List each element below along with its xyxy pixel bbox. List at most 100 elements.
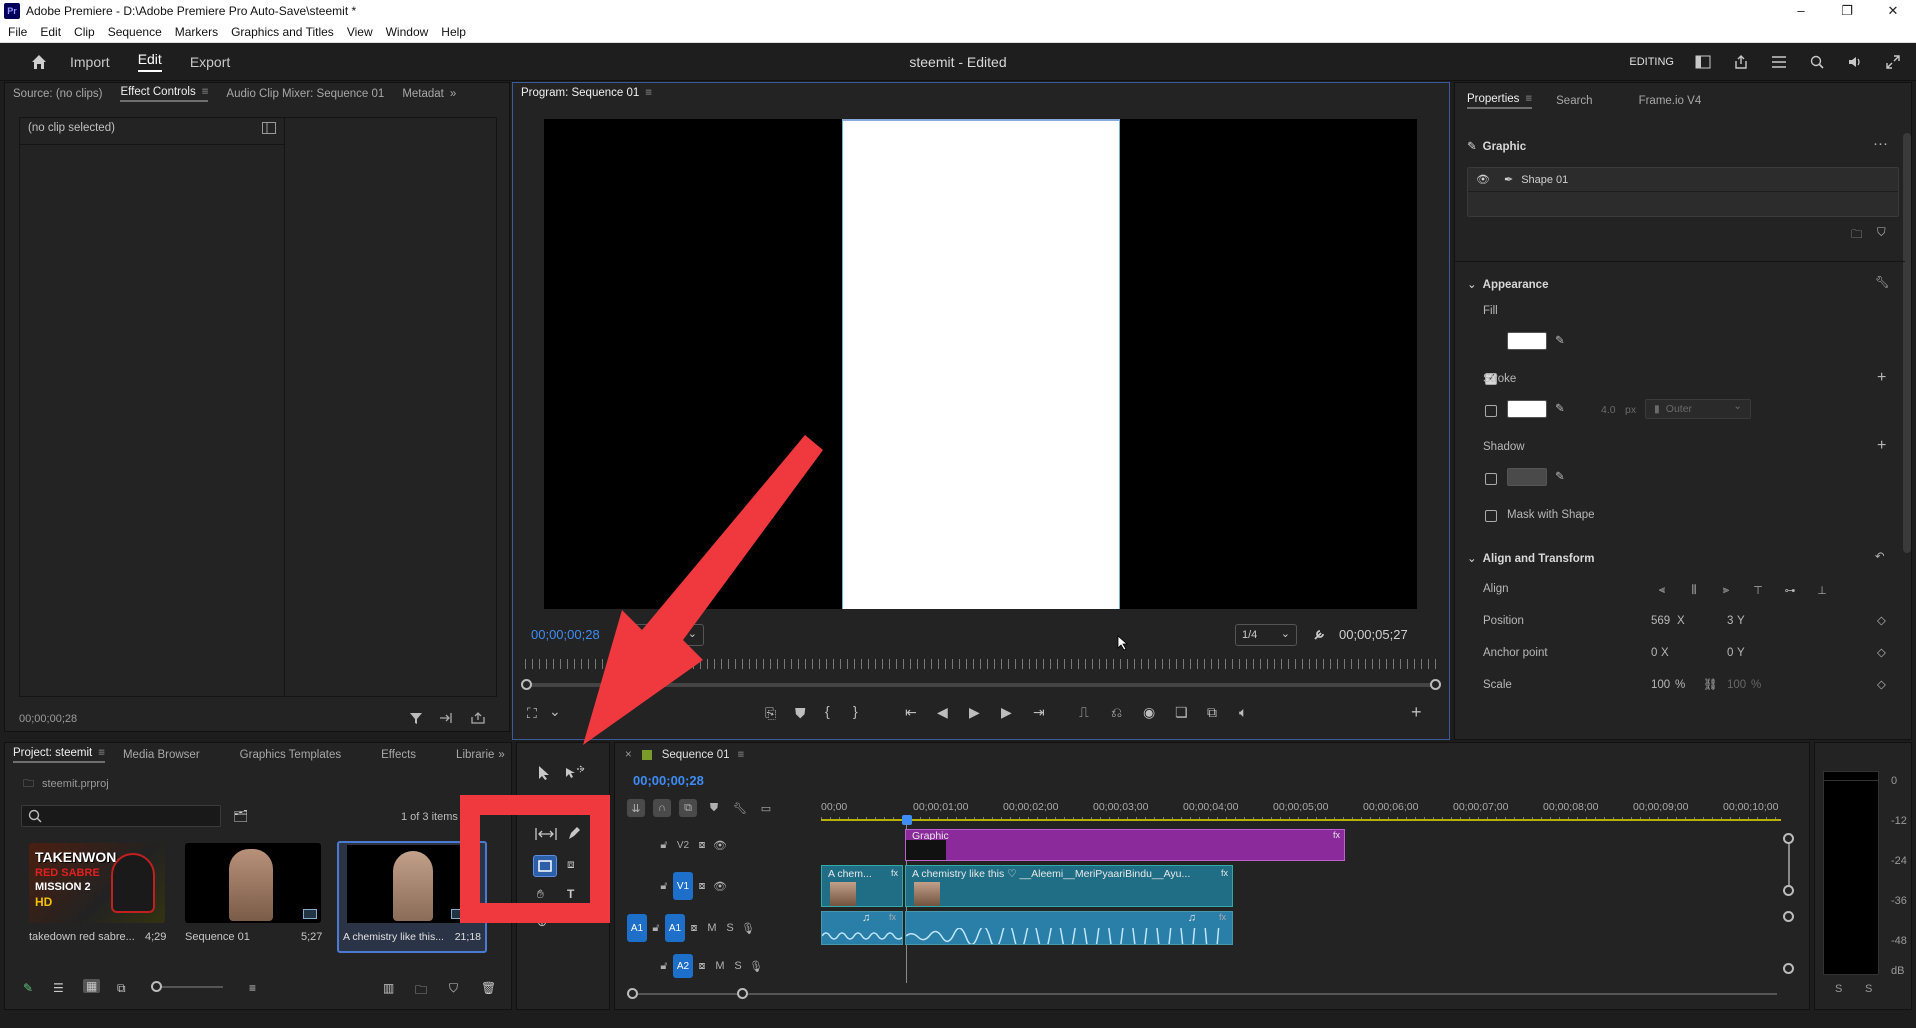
add-shadow-icon[interactable]: +: [1877, 437, 1886, 455]
multicam-icon[interactable]: ⧉: [1207, 704, 1217, 721]
video-clip-short[interactable]: A chem... fx: [821, 865, 903, 907]
project-item-selected[interactable]: A chemistry like this... 21;18: [337, 841, 487, 953]
scale-x-value[interactable]: 100: [1651, 679, 1670, 691]
more-tabs-icon[interactable]: »: [450, 88, 456, 100]
safe-margins-icon[interactable]: ⛶: [527, 705, 537, 722]
eye-icon[interactable]: 👁︎: [1476, 173, 1490, 186]
menu-help[interactable]: Help: [441, 25, 466, 39]
close-tab-icon[interactable]: ×: [625, 749, 632, 761]
stroke-position-dropdown[interactable]: ▮ Outer ⌄: [1645, 399, 1751, 419]
audio-clip-long[interactable]: ♫ fx: [905, 911, 1233, 945]
menu-clip[interactable]: Clip: [74, 25, 95, 39]
audio-clip-short[interactable]: ♫ fx: [821, 911, 903, 945]
mark-out-icon[interactable]: }: [853, 703, 858, 719]
fill-color-swatch[interactable]: [1507, 332, 1547, 350]
scroll-handle-right[interactable]: [1430, 679, 1441, 690]
scroll-handle-bottom[interactable]: [1783, 885, 1794, 896]
stroke-checkbox[interactable]: [1485, 405, 1497, 417]
source-patch-a1[interactable]: A1: [627, 914, 647, 942]
zoom-tool-icon[interactable]: ⊕: [537, 915, 547, 929]
nav-export[interactable]: Export: [190, 54, 230, 70]
scroll-handle-left[interactable]: [627, 988, 638, 999]
extract-icon[interactable]: ⎌: [1111, 704, 1122, 721]
scroll-handle-top[interactable]: [1783, 911, 1794, 922]
go-to-out-icon[interactable]: ⇥: [1033, 704, 1045, 721]
trash-icon[interactable]: 🗑︎: [481, 981, 496, 995]
position-y-value[interactable]: 3: [1727, 615, 1733, 627]
timeline-timecode[interactable]: 00;00;00;28: [633, 773, 704, 788]
compare-view-icon[interactable]: ⎘: [765, 705, 776, 722]
chevron-down-icon[interactable]: ⌄: [549, 703, 561, 720]
align-bottom-icon[interactable]: ⊥: [1813, 581, 1831, 599]
tab-project[interactable]: Project: steemit ≡: [13, 747, 105, 763]
anchor-x-value[interactable]: 0: [1651, 647, 1657, 659]
timeline-h-scrollbar[interactable]: [627, 993, 1777, 995]
monitor-playhead[interactable]: [663, 655, 671, 669]
ripple-edit-tool-icon[interactable]: [535, 827, 557, 844]
microphone-icon[interactable]: 🎙︎: [739, 919, 757, 937]
filter-icon[interactable]: [409, 711, 423, 728]
progress-list-icon[interactable]: [1770, 53, 1788, 71]
monitor-zoom-scrollbar[interactable]: [525, 683, 1437, 687]
thumbnail-size-slider[interactable]: [153, 986, 223, 988]
export-frame-camera-icon[interactable]: ◉: [1143, 704, 1155, 721]
align-left-icon[interactable]: ⫷: [1653, 581, 1671, 599]
scroll-handle-top[interactable]: [1783, 833, 1794, 844]
menu-view[interactable]: View: [347, 25, 373, 39]
icon-view-icon[interactable]: ▦: [83, 979, 101, 993]
shadow-eyedropper-icon[interactable]: ✎: [1555, 469, 1565, 483]
add-marker-icon[interactable]: ⛊: [795, 705, 806, 722]
step-back-icon[interactable]: ◀: [937, 704, 948, 721]
tab-search[interactable]: Search: [1556, 95, 1592, 107]
appearance-section[interactable]: ⌄ Appearance: [1467, 277, 1548, 291]
program-video-frame[interactable]: [544, 119, 1417, 609]
new-search-bin-icon[interactable]: 🗂︎: [233, 809, 248, 823]
toggle-timeline-view-icon[interactable]: [262, 122, 276, 137]
rectangle-tool-button[interactable]: [533, 855, 557, 877]
nav-import[interactable]: Import: [70, 54, 110, 70]
shadow-color-swatch[interactable]: [1507, 468, 1547, 486]
minimize-button[interactable]: –: [1778, 0, 1824, 22]
track-label-v1[interactable]: V1: [673, 872, 693, 900]
sync-lock-icon[interactable]: ⧇: [693, 836, 711, 854]
constrain-proportions-icon[interactable]: ⛓: [1703, 677, 1718, 691]
add-stroke-icon[interactable]: +: [1877, 369, 1886, 387]
lock-icon[interactable]: 🔓︎: [647, 919, 665, 937]
list-view-icon[interactable]: ☰: [53, 981, 64, 995]
new-bin-folder-icon[interactable]: 🗀︎: [415, 981, 427, 1002]
project-search-input[interactable]: [46, 808, 216, 824]
menu-markers[interactable]: Markers: [175, 25, 218, 39]
align-transform-section[interactable]: ⌄ Align and Transform: [1467, 551, 1594, 565]
fullscreen-icon[interactable]: [1884, 53, 1902, 71]
settings-wrench-icon[interactable]: [1313, 627, 1327, 644]
type-tool-icon[interactable]: T: [567, 887, 574, 901]
meter-solo-left[interactable]: S: [1835, 983, 1842, 995]
menu-edit[interactable]: Edit: [40, 25, 61, 39]
stroke-eyedropper-icon[interactable]: ✎: [1555, 401, 1565, 415]
lift-icon[interactable]: ⎍: [1079, 704, 1089, 721]
keyframe-diamond-icon[interactable]: ◇: [1877, 613, 1886, 627]
tab-menu-icon[interactable]: ≡: [1525, 93, 1532, 105]
tab-properties[interactable]: Properties ≡: [1467, 93, 1533, 109]
play-audio-icon[interactable]: [439, 712, 453, 727]
keyframe-diamond-icon[interactable]: ◇: [1877, 677, 1886, 691]
sync-lock-icon[interactable]: ⧇: [693, 957, 711, 975]
scroll-handle-right[interactable]: [737, 988, 748, 999]
menu-file[interactable]: File: [8, 25, 27, 39]
lock-icon[interactable]: 🔓︎: [655, 957, 673, 975]
project-item-sequence-thumbnail[interactable]: [185, 843, 321, 923]
timeline-ruler[interactable]: 00;00 00;00;01;00 00;00;02;00 00;00;03;0…: [615, 797, 1785, 821]
track-label-a2[interactable]: A2: [673, 954, 693, 978]
tab-menu-icon[interactable]: ≡: [738, 749, 745, 761]
workspace-label[interactable]: EDITING: [1629, 56, 1674, 68]
go-to-in-icon[interactable]: ⇤: [905, 704, 917, 721]
appearance-wrench-icon[interactable]: 🔧︎: [1875, 275, 1890, 289]
graphic-clip[interactable]: Graphic fx: [905, 829, 1345, 861]
menu-window[interactable]: Window: [386, 25, 429, 39]
menu-sequence[interactable]: Sequence: [108, 25, 162, 39]
tab-metadata[interactable]: Metadat: [402, 88, 444, 100]
lock-icon[interactable]: 🔓︎: [655, 877, 673, 895]
more-tabs-icon[interactable]: »: [498, 749, 504, 761]
align-center-h-icon[interactable]: ⫼: [1685, 581, 1703, 599]
meter-solo-right[interactable]: S: [1865, 983, 1872, 995]
